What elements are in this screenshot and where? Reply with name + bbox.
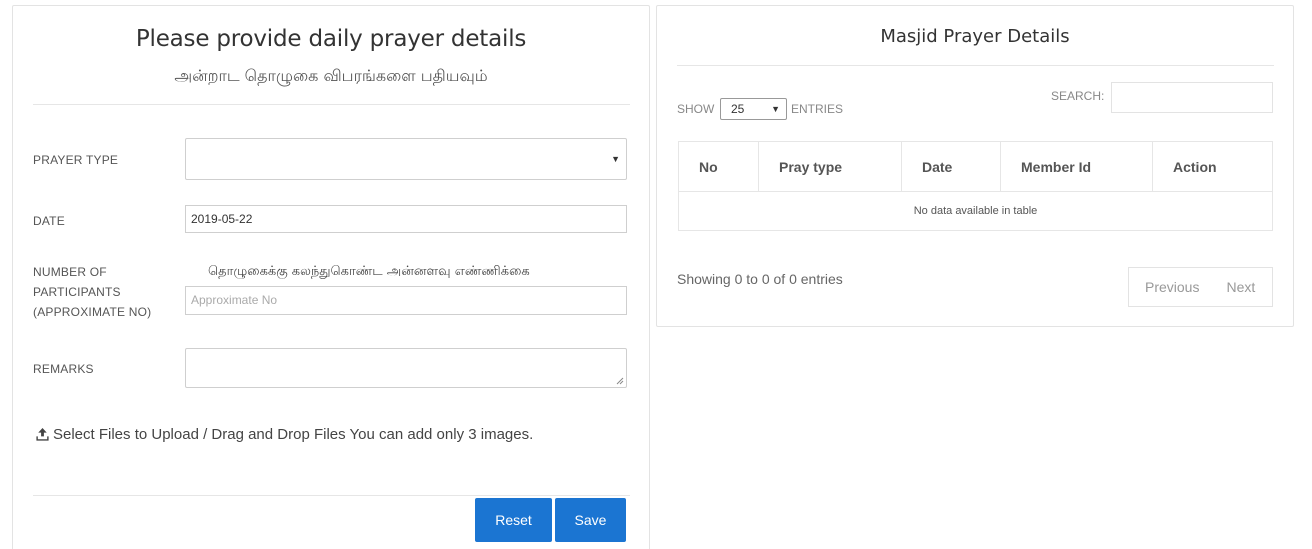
participants-hint-tamil: தொழுகைக்கு கலந்துகொண்ட அன்னளவு எண்ணிக்கை (208, 264, 530, 279)
column-header-date[interactable]: Date (901, 141, 1001, 192)
search-label: SEARCH: (1051, 89, 1105, 103)
table-row: No data available in table (678, 191, 1273, 231)
date-label: DATE (33, 214, 65, 228)
resize-handle-icon[interactable] (616, 377, 624, 385)
previous-button[interactable]: Previous (1145, 279, 1199, 295)
search-input[interactable] (1111, 82, 1273, 113)
table-title: Masjid Prayer Details (880, 26, 1070, 47)
prayer-type-select[interactable]: ▼ (185, 138, 627, 180)
column-header-action[interactable]: Action (1152, 141, 1273, 192)
prayer-type-label: PRAYER TYPE (33, 153, 119, 167)
form-title: Please provide daily prayer details (135, 26, 527, 52)
chevron-down-icon: ▼ (771, 104, 780, 114)
empty-table-message: No data available in table (678, 191, 1273, 231)
remarks-textarea[interactable] (185, 348, 627, 388)
prayer-form-panel: Please provide daily prayer details அன்ற… (12, 5, 650, 549)
form-divider-top (33, 104, 630, 105)
participants-label-line3: (APPROXIMATE NO) (33, 305, 152, 319)
reset-button[interactable]: Reset (475, 498, 552, 542)
table-info: Showing 0 to 0 of 0 entries (677, 271, 843, 287)
prayer-table: No Pray type Date Member Id Action No da… (678, 141, 1273, 231)
entries-select[interactable]: 25 ▼ (720, 98, 787, 120)
prayer-details-panel: Masjid Prayer Details SHOW 25 ▼ ENTRIES … (656, 5, 1294, 327)
table-title-divider (677, 65, 1274, 66)
chevron-down-icon: ▼ (611, 154, 620, 164)
column-header-member-id[interactable]: Member Id (1000, 141, 1153, 192)
file-upload-area[interactable]: Select Files to Upload / Drag and Drop F… (35, 426, 533, 443)
pagination: Previous Next (1128, 267, 1273, 307)
entries-label: ENTRIES (791, 102, 844, 116)
participants-placeholder: Approximate No (191, 293, 278, 307)
save-button[interactable]: Save (555, 498, 626, 542)
entries-value: 25 (731, 102, 745, 116)
participants-label-line1: NUMBER OF (33, 265, 107, 279)
upload-text: Select Files to Upload / Drag and Drop F… (53, 426, 534, 443)
form-subtitle-tamil: அன்றாட தொழுகை விபரங்களை பதியவும் (174, 66, 488, 85)
remarks-label: REMARKS (33, 362, 94, 376)
column-header-pray-type[interactable]: Pray type (758, 141, 902, 192)
column-header-no[interactable]: No (678, 141, 759, 192)
table-header-row: No Pray type Date Member Id Action (678, 141, 1273, 192)
date-value: 2019-05-22 (191, 212, 253, 226)
upload-icon (36, 427, 49, 441)
form-divider-bottom (33, 495, 630, 496)
date-input[interactable]: 2019-05-22 (185, 205, 627, 233)
participants-input[interactable]: Approximate No (185, 286, 627, 315)
participants-label-line2: PARTICIPANTS (33, 285, 121, 299)
next-button[interactable]: Next (1226, 279, 1255, 295)
show-label: SHOW (677, 102, 715, 116)
